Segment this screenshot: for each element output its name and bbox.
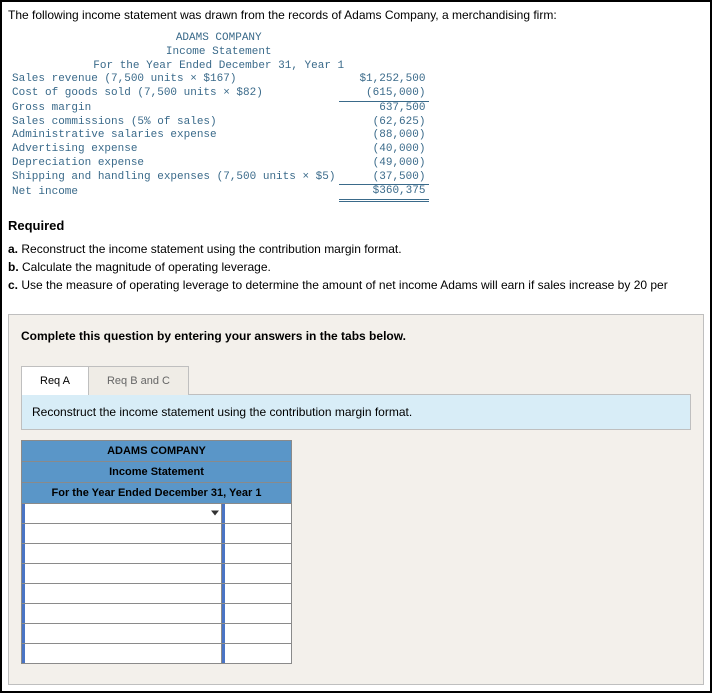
statement-row: Advertising expense (40,000) (8, 143, 429, 157)
row-amount: 637,500 (339, 101, 429, 115)
tab-req-a[interactable]: Req A (21, 366, 89, 395)
row-amount: $1,252,500 (339, 73, 429, 87)
entry-row (22, 583, 292, 603)
row-label: Administrative salaries expense (8, 129, 339, 143)
required-b-text: Calculate the magnitude of operating lev… (22, 260, 271, 274)
entry-header-period: For the Year Ended December 31, Year 1 (22, 482, 292, 503)
required-section: Required a. Reconstruct the income state… (2, 202, 710, 300)
row-amount: (615,000) (339, 87, 429, 101)
answer-prompt: Complete this question by entering your … (9, 315, 703, 365)
entry-amount-cell[interactable] (222, 643, 292, 663)
row-amount: (88,000) (339, 129, 429, 143)
row-amount: (62,625) (339, 116, 429, 130)
entry-row (22, 523, 292, 543)
entry-row (22, 623, 292, 643)
statement-row: Gross margin 637,500 (8, 101, 429, 115)
entry-amount-cell[interactable] (222, 563, 292, 583)
entry-desc-cell[interactable] (22, 503, 222, 523)
statement-row: Depreciation expense (49,000) (8, 157, 429, 171)
required-a: a. Reconstruct the income statement usin… (8, 241, 704, 257)
entry-row (22, 643, 292, 663)
row-label: Depreciation expense (8, 157, 339, 171)
chevron-down-icon[interactable] (211, 511, 219, 516)
required-heading: Required (8, 218, 704, 233)
entry-row (22, 543, 292, 563)
statement-row: Net income $360,375 (8, 185, 429, 201)
entry-amount-cell[interactable] (222, 583, 292, 603)
row-label: Shipping and handling expenses (7,500 un… (8, 171, 339, 185)
page-frame: The following income statement was drawn… (0, 0, 712, 693)
entry-row (22, 503, 292, 523)
row-label: Net income (8, 185, 339, 201)
row-amount: (40,000) (339, 143, 429, 157)
required-b: b. Calculate the magnitude of operating … (8, 259, 704, 275)
tab-instruction: Reconstruct the income statement using t… (21, 395, 691, 430)
statement-row: Shipping and handling expenses (7,500 un… (8, 171, 429, 185)
statement-period: For the Year Ended December 31, Year 1 (8, 60, 429, 74)
statement-title: Income Statement (8, 46, 429, 60)
income-statement: ADAMS COMPANY Income Statement For the Y… (2, 32, 710, 202)
entry-desc-cell[interactable] (22, 583, 222, 603)
intro-text: The following income statement was drawn… (2, 2, 710, 32)
required-c: c. Use the measure of operating leverage… (8, 277, 704, 293)
entry-table: ADAMS COMPANY Income Statement For the Y… (21, 440, 292, 664)
entry-desc-cell[interactable] (22, 623, 222, 643)
row-label: Sales revenue (7,500 units × $167) (8, 73, 339, 87)
statement-row: Sales revenue (7,500 units × $167) $1,25… (8, 73, 429, 87)
row-label: Sales commissions (5% of sales) (8, 116, 339, 130)
statement-row: Administrative salaries expense (88,000) (8, 129, 429, 143)
statement-row: Sales commissions (5% of sales) (62,625) (8, 116, 429, 130)
tab-req-b-and-c[interactable]: Req B and C (88, 366, 189, 395)
entry-table-wrap: ADAMS COMPANY Income Statement For the Y… (21, 440, 691, 664)
row-label: Gross margin (8, 101, 339, 115)
entry-amount-cell[interactable] (222, 603, 292, 623)
entry-row (22, 563, 292, 583)
entry-desc-cell[interactable] (22, 563, 222, 583)
entry-amount-cell[interactable] (222, 623, 292, 643)
entry-amount-cell[interactable] (222, 543, 292, 563)
tab-bar: Req A Req B and C (21, 365, 691, 395)
statement-row: Cost of goods sold (7,500 units × $82) (… (8, 87, 429, 101)
entry-amount-cell[interactable] (222, 523, 292, 543)
entry-row (22, 603, 292, 623)
row-label: Cost of goods sold (7,500 units × $82) (8, 87, 339, 101)
entry-desc-cell[interactable] (22, 543, 222, 563)
entry-desc-cell[interactable] (22, 603, 222, 623)
statement-company: ADAMS COMPANY (8, 32, 429, 46)
row-label: Advertising expense (8, 143, 339, 157)
entry-desc-cell[interactable] (22, 643, 222, 663)
required-a-text: Reconstruct the income statement using t… (21, 242, 401, 256)
entry-header-company: ADAMS COMPANY (22, 440, 292, 461)
entry-header-title: Income Statement (22, 461, 292, 482)
entry-amount-cell[interactable] (222, 503, 292, 523)
row-amount: (49,000) (339, 157, 429, 171)
row-amount: (37,500) (339, 171, 429, 185)
row-amount: $360,375 (339, 185, 429, 201)
answer-area: Complete this question by entering your … (8, 314, 704, 685)
entry-desc-cell[interactable] (22, 523, 222, 543)
required-c-text: Use the measure of operating leverage to… (21, 278, 667, 292)
